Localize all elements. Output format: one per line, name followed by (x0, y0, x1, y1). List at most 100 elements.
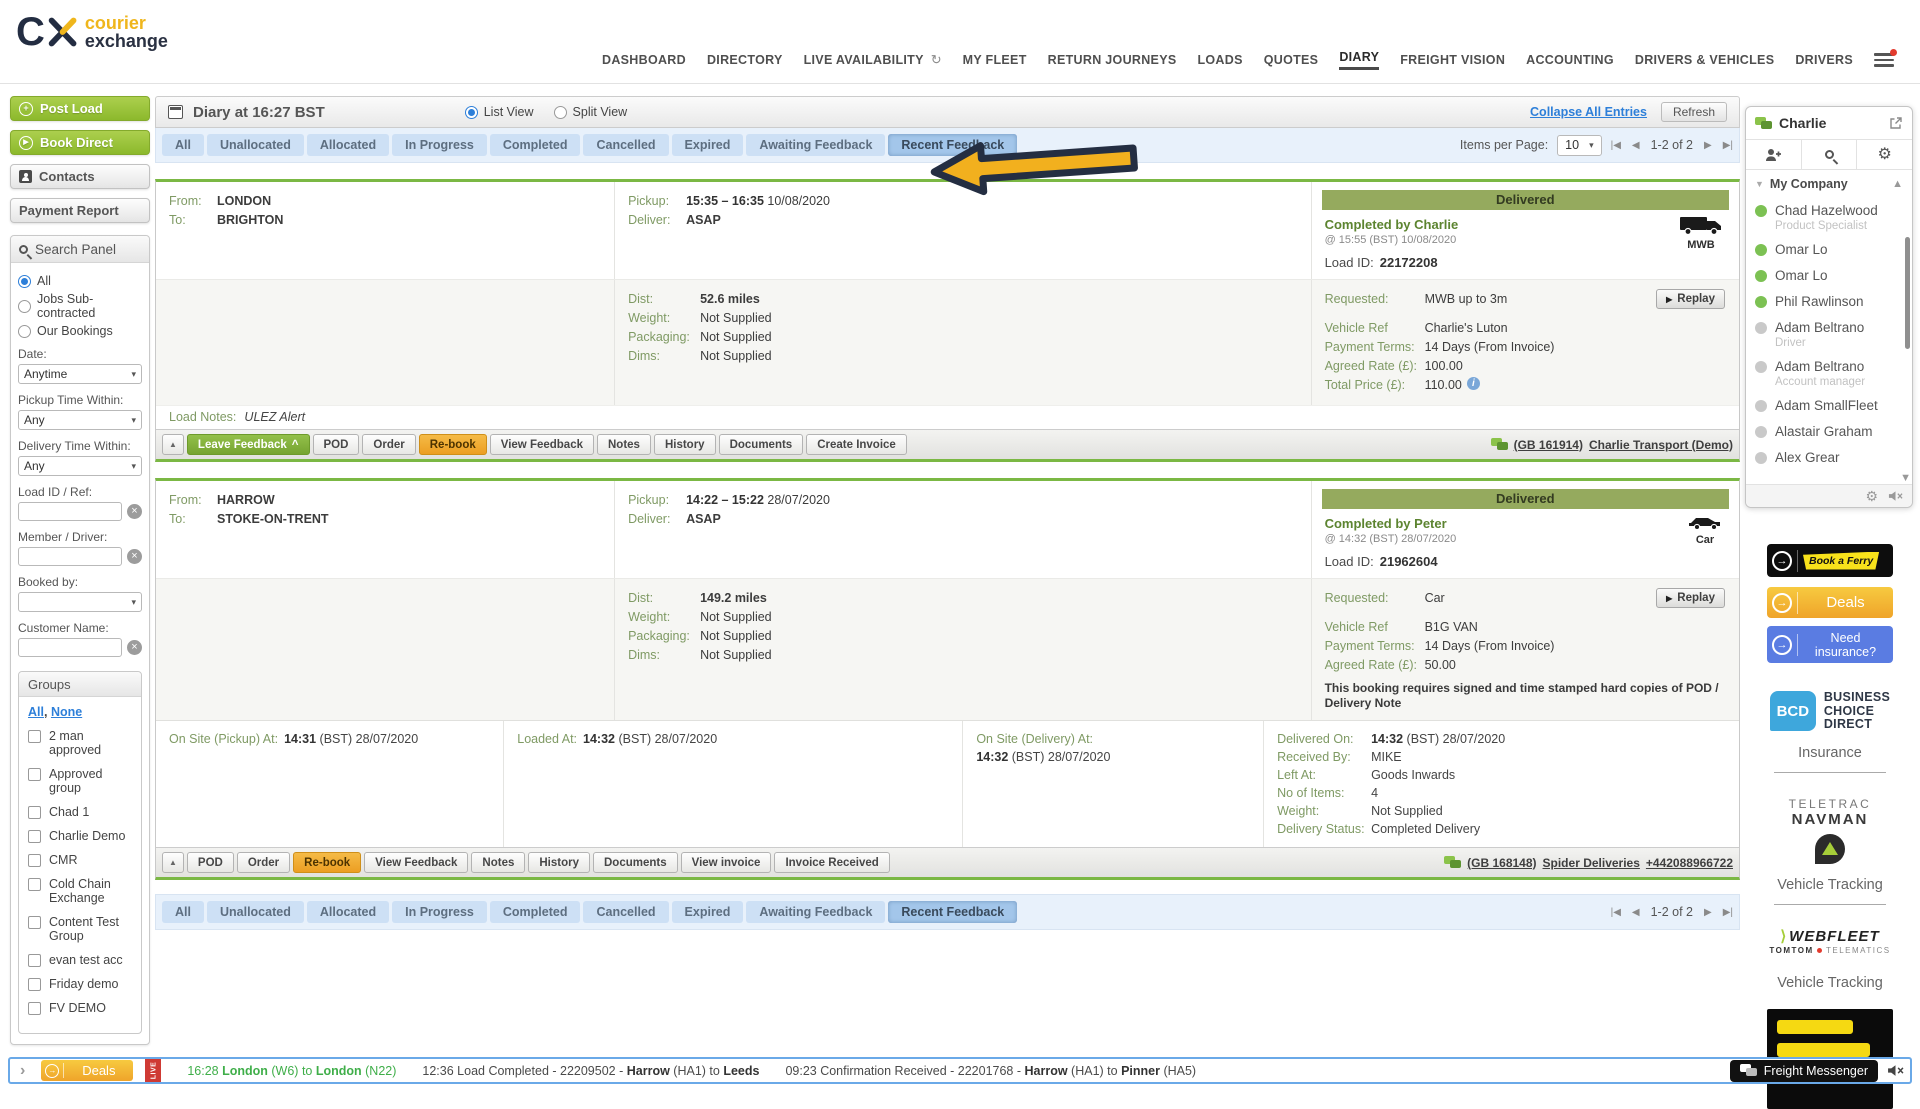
tab-allocated[interactable]: Allocated (307, 901, 389, 923)
first-page-button[interactable]: |◀ (1611, 140, 1621, 151)
group-checkbox-row[interactable]: 2 man approved (28, 729, 132, 757)
checkbox[interactable] (28, 730, 41, 743)
checkbox[interactable] (28, 1002, 41, 1015)
group-checkbox-row[interactable]: FV DEMO (28, 1001, 132, 1015)
radio-all-control[interactable] (18, 275, 31, 288)
tab-awaiting-feedback[interactable]: Awaiting Feedback (746, 134, 885, 156)
date-select[interactable]: Anytime ▾ (18, 364, 142, 384)
pickup-time-select[interactable]: Any ▾ (18, 410, 142, 430)
chat-icon[interactable] (1491, 438, 1508, 451)
group-checkbox-row[interactable]: evan test acc (28, 953, 132, 967)
tab-expired[interactable]: Expired (672, 134, 744, 156)
gear-icon[interactable]: ⚙ (1865, 489, 1878, 503)
nav-live-availability[interactable]: LIVE AVAILABILITY (804, 53, 924, 67)
replay-button[interactable]: ▶Replay (1656, 588, 1725, 608)
courier-exchange-logo[interactable]: C courier exchange (16, 12, 168, 52)
next-page-button[interactable]: ▶ (1704, 140, 1712, 151)
checkbox[interactable] (28, 978, 41, 991)
nav-directory[interactable]: DIRECTORY (707, 53, 783, 67)
nav-drivers-vehicles[interactable]: DRIVERS & VEHICLES (1635, 53, 1774, 67)
clear-icon[interactable]: × (127, 640, 142, 655)
contact-row[interactable]: Omar Lo (1755, 268, 1904, 284)
split-view-radio[interactable]: Split View (554, 105, 628, 119)
tab-allocated[interactable]: Allocated (307, 134, 389, 156)
contact-row[interactable]: Omar Lo (1755, 242, 1904, 258)
last-page-button[interactable]: ▶| (1723, 907, 1733, 918)
order-button[interactable]: Order (362, 434, 415, 455)
contact-row[interactable]: Adam BeltranoDriver (1755, 320, 1904, 349)
contact-row[interactable]: Alex Grear (1755, 450, 1904, 466)
order-button[interactable]: Order (237, 852, 290, 873)
messenger-settings-button[interactable]: ⚙ (1857, 140, 1912, 169)
view-invoice-button[interactable]: View invoice (681, 852, 772, 873)
prev-page-button[interactable]: ◀ (1632, 140, 1640, 151)
replay-button[interactable]: ▶Replay (1656, 289, 1725, 309)
tab-awaiting-feedback[interactable]: Awaiting Feedback (746, 901, 885, 923)
expand-ticker-icon[interactable]: › (16, 1062, 29, 1080)
search-contacts-button[interactable] (1802, 140, 1858, 169)
bcd-insurance-ad[interactable]: BCD BUSINESS CHOICE DIRECT (1770, 691, 1890, 732)
load-id-input[interactable] (18, 502, 122, 521)
documents-button[interactable]: Documents (593, 852, 678, 873)
contact-row[interactable]: Adam SmallFleet (1755, 398, 1904, 414)
checkbox[interactable] (28, 768, 41, 781)
list-view-radio[interactable]: List View (465, 105, 534, 119)
group-checkbox-row[interactable]: Cold Chain Exchange (28, 877, 132, 905)
contact-row[interactable]: Phil Rawlinson (1755, 294, 1904, 310)
hamburger-menu-icon[interactable] (1874, 53, 1894, 67)
payment-report-button[interactable]: Payment Report (10, 198, 150, 223)
pod-button[interactable]: POD (313, 434, 360, 455)
collapse-all-entries-link[interactable]: Collapse All Entries (1530, 105, 1647, 119)
add-contact-button[interactable] (1746, 140, 1802, 169)
tab-unallocated[interactable]: Unallocated (207, 134, 304, 156)
ticker-item[interactable]: 09:23 Confirmation Received - 22201768 -… (785, 1064, 1196, 1078)
teletrac-navman-ad[interactable]: TELETRAC NAVMAN (1789, 797, 1872, 864)
tab-recent-feedback[interactable]: Recent Feedback (888, 901, 1017, 923)
deals-ad[interactable]: → Deals (1767, 587, 1893, 618)
checkbox[interactable] (28, 854, 41, 867)
customer-name-input[interactable] (18, 638, 122, 657)
ticker-item[interactable]: 16:28 London (W6) to London (N22) (187, 1064, 396, 1078)
nav-quotes[interactable]: QUOTES (1264, 53, 1319, 67)
webfleet-ad[interactable]: ⟩WEBFLEET TOMTOM TELEMATICS (1769, 927, 1890, 955)
split-view-radio-control[interactable] (554, 106, 567, 119)
tab-in-progress[interactable]: In Progress (392, 901, 487, 923)
first-page-button[interactable]: |◀ (1611, 907, 1621, 918)
tab-in-progress[interactable]: In Progress (392, 134, 487, 156)
group-checkbox-row[interactable]: Content Test Group (28, 915, 132, 943)
my-company-section-header[interactable]: ▼ My Company ▲ (1746, 170, 1912, 193)
items-per-page-select[interactable]: 10 ▾ (1557, 135, 1601, 156)
radio-jobs-control[interactable] (18, 300, 31, 313)
nav-return-journeys[interactable]: RETURN JOURNEYS (1048, 53, 1177, 67)
contact-row[interactable]: Chad HazelwoodProduct Specialist (1755, 203, 1904, 232)
checkbox[interactable] (28, 830, 41, 843)
refresh-button[interactable]: Refresh (1661, 102, 1727, 122)
popout-icon[interactable] (1889, 116, 1903, 130)
clear-icon[interactable]: × (127, 504, 142, 519)
company-phone-link[interactable]: +442088966722 (1646, 856, 1733, 870)
leave-feedback-button[interactable]: Leave Feedback^ (187, 434, 310, 455)
view-feedback-button[interactable]: View Feedback (490, 434, 594, 455)
company-name-link[interactable]: Spider Deliveries (1543, 856, 1640, 870)
radio-our-bookings[interactable]: Our Bookings (18, 324, 142, 338)
invoice-received-button[interactable]: Invoice Received (774, 852, 889, 873)
tab-unallocated[interactable]: Unallocated (207, 901, 304, 923)
group-checkbox-row[interactable]: Chad 1 (28, 805, 132, 819)
member-driver-input[interactable] (18, 547, 122, 566)
scroll-up-icon[interactable]: ▲ (1892, 178, 1903, 190)
book-ferry-ad[interactable]: → Book a Ferry (1767, 544, 1893, 577)
groups-select-all-link[interactable]: All (28, 705, 44, 719)
insurance-ad[interactable]: → Needinsurance? (1767, 626, 1893, 663)
group-checkbox-row[interactable]: Charlie Demo (28, 829, 132, 843)
group-checkbox-row[interactable]: CMR (28, 853, 132, 867)
scrollbar-thumb[interactable] (1905, 237, 1910, 349)
refresh-icon[interactable]: ↻ (931, 52, 942, 68)
checkbox[interactable] (28, 878, 41, 891)
ticker-deals-button[interactable]: → Deals (41, 1060, 133, 1081)
company-code-link[interactable]: (GB 168148) (1467, 856, 1536, 870)
collapse-entry-button[interactable]: ▲ (162, 852, 184, 873)
nav-accounting[interactable]: ACCOUNTING (1526, 53, 1614, 67)
book-direct-button[interactable]: ▶ Book Direct (10, 130, 150, 155)
group-checkbox-row[interactable]: Approved group (28, 767, 132, 795)
radio-our-control[interactable] (18, 325, 31, 338)
